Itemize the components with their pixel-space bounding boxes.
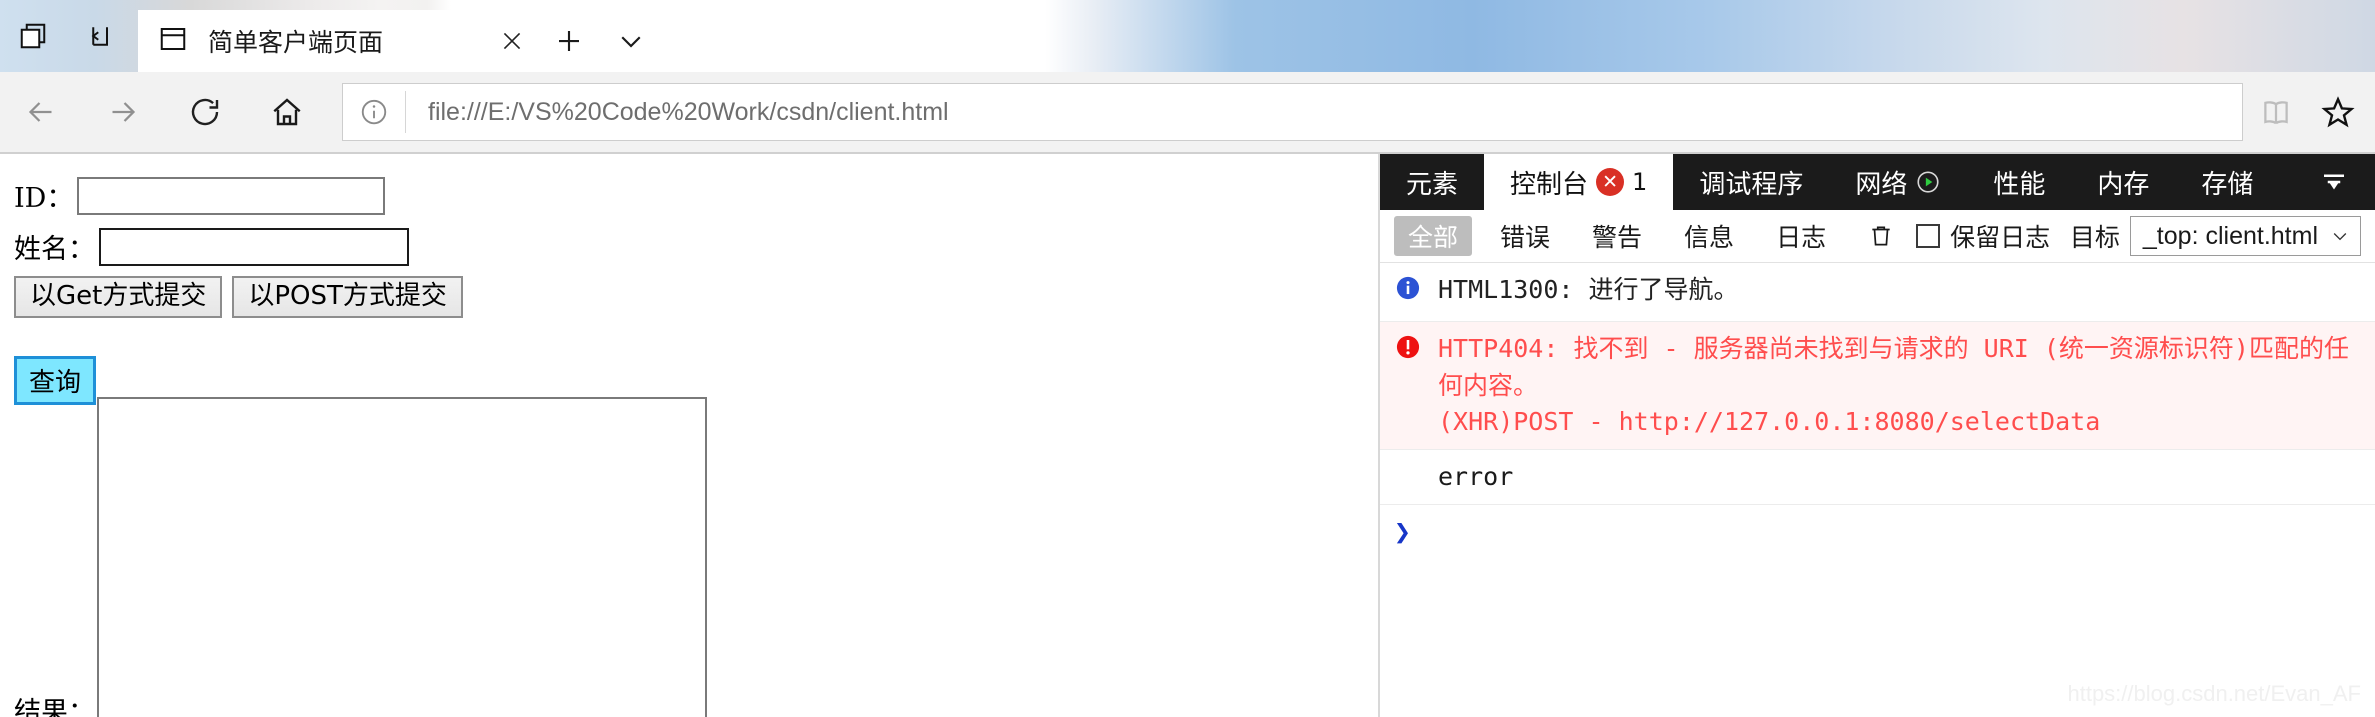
console-filter-bar: 全部 错误 警告 信息 日志 保留日志 目标 _top: client.html xyxy=(1380,210,2375,263)
submit-button-row: 以Get方式提交 以POST方式提交 xyxy=(0,276,1378,318)
console-message-log[interactable]: error xyxy=(1380,450,2375,506)
console-message-log-text: error xyxy=(1438,462,1514,491)
devtools-tab-debugger[interactable]: 调试程序 xyxy=(1673,154,1829,210)
more-tabs-icon[interactable] xyxy=(2293,154,2375,210)
preserve-log-toggle[interactable]: 保留日志 xyxy=(1916,218,2050,254)
devtools-tab-elements-label: 元素 xyxy=(1406,169,1459,200)
devtools-tab-console[interactable]: 控制台 ✕ 1 xyxy=(1484,154,1674,210)
console-message-error[interactable]: HTTP404: 找不到 - 服务器尚未找到与请求的 URI (统一资源标识符)… xyxy=(1380,322,2375,450)
target-label: 目标 xyxy=(2069,223,2120,252)
home-icon[interactable] xyxy=(246,72,328,152)
devtools-tab-memory-label: 内存 xyxy=(2097,169,2150,200)
devtools-panel: 元素 控制台 ✕ 1 调试程序 网络 性能 内存 存储 全部 错误 警告 信息 … xyxy=(1380,154,2375,717)
filter-logs[interactable]: 日志 xyxy=(1762,216,1840,256)
id-label: ID： xyxy=(14,183,74,214)
id-input[interactable] xyxy=(77,176,386,215)
name-label: 姓名： xyxy=(14,234,95,265)
console-message-error-line2: (XHR)POST - http://127.0.0.1:8080/select… xyxy=(1438,406,2101,436)
reading-view-icon[interactable] xyxy=(2257,93,2295,131)
content-area: ID： 姓名： 以Get方式提交 以POST方式提交 查询 结果： 元素 控制台… xyxy=(0,154,2375,717)
devtools-tab-performance-label: 性能 xyxy=(1993,169,2046,200)
navigation-bar: file:///E:/VS%20Code%20Work/csdn/client.… xyxy=(0,72,2375,154)
web-page-viewport: ID： 姓名： 以Get方式提交 以POST方式提交 查询 结果： xyxy=(0,154,1380,717)
log-spacer-icon xyxy=(1394,459,1438,461)
close-icon[interactable] xyxy=(486,10,538,72)
page-icon xyxy=(158,24,192,58)
title-bar: 简单客户端页面 xyxy=(0,0,2375,72)
name-input[interactable] xyxy=(99,227,409,266)
console-message-info[interactable]: HTML1300: 进行了导航。 xyxy=(1380,263,2375,323)
info-icon[interactable] xyxy=(343,84,405,140)
devtools-tab-spacer xyxy=(2279,154,2293,210)
filter-warnings[interactable]: 警告 xyxy=(1578,216,1656,256)
devtools-tab-storage[interactable]: 存储 xyxy=(2175,154,2279,210)
title-bar-left-icons xyxy=(0,0,116,72)
devtools-tab-storage-label: 存储 xyxy=(2201,169,2254,200)
devtools-tab-debugger-label: 调试程序 xyxy=(1699,169,1804,200)
browser-window: 简单客户端页面 file:///E:/VS%20Code%20Work/csdn… xyxy=(0,0,2375,717)
console-message-info-text: HTML1300: 进行了导航。 xyxy=(1438,275,1739,304)
target-select[interactable]: _top: client.html xyxy=(2129,216,2361,256)
name-field-row: 姓名： xyxy=(0,227,1378,266)
play-icon[interactable] xyxy=(1915,169,1941,195)
devtools-tab-bar: 元素 控制台 ✕ 1 调试程序 网络 性能 内存 存储 xyxy=(1380,154,2375,210)
result-row: 结果： xyxy=(0,396,1378,717)
console-message-error-line1: HTTP404: 找不到 - 服务器尚未找到与请求的 URI (统一资源标识符)… xyxy=(1438,334,2349,400)
query-button[interactable]: 查询 xyxy=(14,355,97,405)
get-submit-button[interactable]: 以Get方式提交 xyxy=(14,276,223,318)
console-message-error-text: HTTP404: 找不到 - 服务器尚未找到与请求的 URI (统一资源标识符)… xyxy=(1438,331,2361,440)
navigation-bar-right-icons xyxy=(2257,93,2375,131)
preserve-log-checkbox[interactable] xyxy=(1916,224,1941,248)
back-icon[interactable] xyxy=(0,72,82,152)
tab-title: 简单客户端页面 xyxy=(208,28,384,57)
filter-info[interactable]: 信息 xyxy=(1670,216,1748,256)
trash-icon[interactable] xyxy=(1854,222,1908,250)
favorites-star-icon[interactable] xyxy=(2319,93,2357,131)
target-select-value: _top: client.html xyxy=(2142,221,2318,250)
console-message-list[interactable]: HTML1300: 进行了导航。 HTTP404: 找不到 - 服务器尚未找到与… xyxy=(1380,263,2375,717)
post-submit-button[interactable]: 以POST方式提交 xyxy=(232,276,463,318)
result-label: 结果： xyxy=(14,696,95,717)
preserve-log-label: 保留日志 xyxy=(1950,223,2051,252)
id-field-row: ID： xyxy=(0,176,1378,215)
filter-errors[interactable]: 错误 xyxy=(1486,216,1564,256)
prompt-chevron-icon: ❯ xyxy=(1394,515,1411,549)
error-count: 1 xyxy=(1632,168,1648,196)
devtools-tab-network-label: 网络 xyxy=(1855,169,1908,200)
devtools-tab-network[interactable]: 网络 xyxy=(1829,154,1967,210)
devtools-tab-elements[interactable]: 元素 xyxy=(1380,154,1484,210)
chevron-down-icon[interactable] xyxy=(600,10,662,72)
devtools-tab-console-label: 控制台 xyxy=(1510,169,1589,200)
console-input-prompt[interactable]: ❯ xyxy=(1380,505,2375,558)
error-badge-icon: ✕ xyxy=(1596,168,1625,196)
address-bar-url[interactable]: file:///E:/VS%20Code%20Work/csdn/client.… xyxy=(406,98,949,127)
refresh-icon[interactable] xyxy=(164,72,246,152)
browser-tab[interactable]: 简单客户端页面 xyxy=(138,10,538,72)
error-circle-icon xyxy=(1394,331,1438,371)
devtools-tab-performance[interactable]: 性能 xyxy=(1967,154,2071,210)
address-bar[interactable]: file:///E:/VS%20Code%20Work/csdn/client.… xyxy=(342,83,2243,141)
new-tab-button[interactable] xyxy=(538,10,600,72)
info-circle-icon xyxy=(1394,272,1438,312)
collections-back-icon[interactable] xyxy=(78,17,116,55)
devtools-tab-memory[interactable]: 内存 xyxy=(2071,154,2175,210)
filter-all[interactable]: 全部 xyxy=(1394,216,1473,256)
forward-icon[interactable] xyxy=(82,72,164,152)
split-screen-icon[interactable] xyxy=(14,17,52,55)
chevron-down-icon xyxy=(2333,233,2347,241)
result-textarea[interactable] xyxy=(97,396,707,717)
